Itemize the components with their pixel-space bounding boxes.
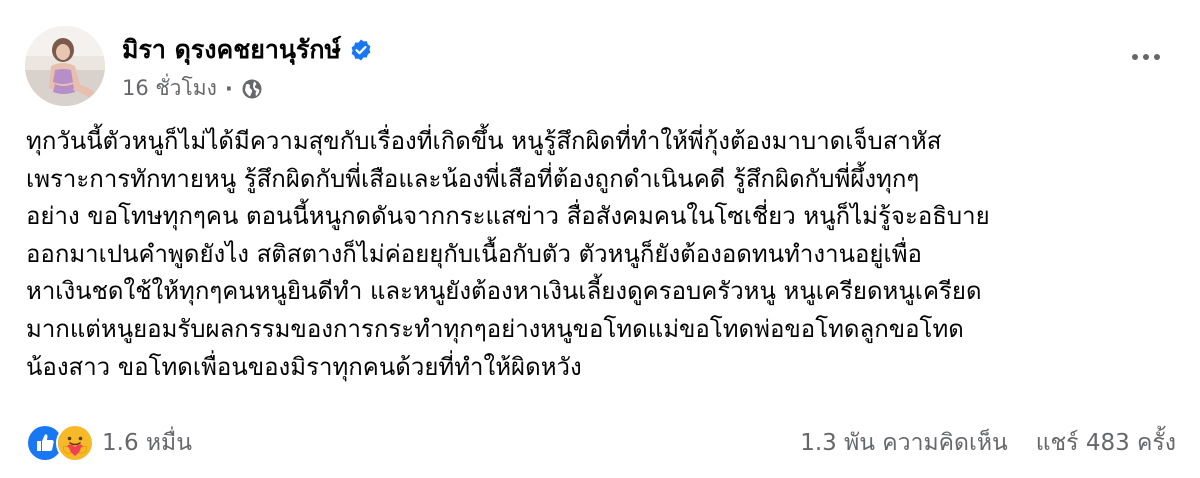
verified-badge-icon xyxy=(349,38,373,62)
post-header: มิรา ดุรงคชยานุรักษ์ xyxy=(122,30,373,70)
engagement-stats: 1.3 พัน ความคิดเห็น แชร์ 483 ครั้ง xyxy=(800,425,1176,461)
post-text-line: เพราะการทักทายหนู รู้สึกผิดกับพี่เสือและ… xyxy=(26,164,920,193)
post-text-line: ทุกวันนี้ตัวหนูก็ไม่ได้มีความสุขกับเรื่อ… xyxy=(26,127,942,155)
post-card: มิรา ดุรงคชยานุรักษ์ 16 ชั่วโมง · ทุกวัน… xyxy=(0,0,1200,478)
post-text-line: ออกมาเปนคำพูดยังไง สติสตางก็ไม่ค่อยยุกับ… xyxy=(26,239,922,268)
meta-separator: · xyxy=(224,76,233,101)
post-text-line: มากแต่หนูยอมรับผลกรรมของการกระทำทุกๆอย่า… xyxy=(26,314,964,343)
reactions-summary[interactable]: 1.6 หมื่น xyxy=(26,424,192,462)
avatar[interactable] xyxy=(25,26,105,106)
post-timestamp[interactable]: 16 ชั่วโมง xyxy=(122,72,217,105)
care-icon xyxy=(56,424,94,462)
more-dot xyxy=(1143,54,1149,60)
globe-icon[interactable] xyxy=(241,78,263,100)
more-options-icon[interactable] xyxy=(1132,54,1160,60)
post-text-line: อย่าง ขอโทษทุกๆคน ตอนนี้หนูกดดันจากกระแส… xyxy=(26,202,990,231)
shares-count[interactable]: แชร์ 483 ครั้ง xyxy=(1036,425,1176,461)
post-footer: 1.6 หมื่น 1.3 พัน ความคิดเห็น แชร์ 483 ค… xyxy=(26,420,1176,466)
more-dot xyxy=(1132,54,1138,60)
post-meta: 16 ชั่วโมง · xyxy=(122,72,263,105)
post-text-line: หาเงินชดใช้ให้ทุกๆคนหนูยินดีทำ และหนูยัง… xyxy=(26,277,982,306)
more-dot xyxy=(1154,54,1160,60)
avatar-image xyxy=(25,26,105,106)
post-text-line: น้องสาว ขอโทดเพื่อนของมิราทุกคนด้วยที่ทำ… xyxy=(26,352,582,381)
reactions-count: 1.6 หมื่น xyxy=(102,430,192,456)
author-name[interactable]: มิรา ดุรงคชยานุรักษ์ xyxy=(122,30,341,70)
comments-count[interactable]: 1.3 พัน ความคิดเห็น xyxy=(800,425,1008,461)
post-body: ทุกวันนี้ตัวหนูก็ไม่ได้มีความสุขกับเรื่อ… xyxy=(26,123,1176,386)
